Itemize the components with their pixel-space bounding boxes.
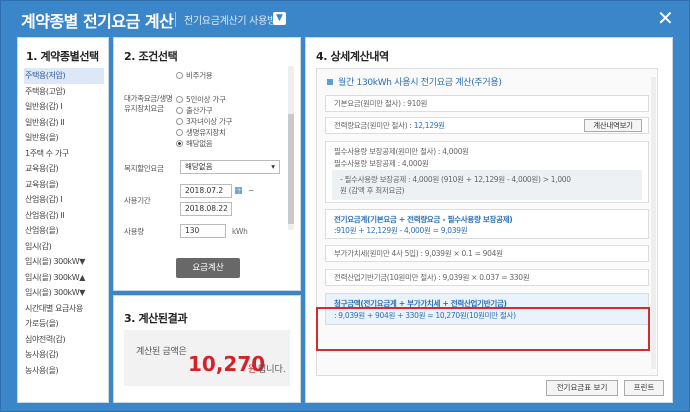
panel1-title: 1. 계약종별선택: [26, 50, 99, 63]
guarantee-note-line1: - 필수사용량 보장공제 : 4,000원 (910원 + 12,129원 - …: [340, 175, 571, 184]
list-item[interactable]: 임시(을) 300kW▲: [24, 270, 104, 286]
usage-unit: kWh: [232, 227, 248, 236]
result-label: 계산된 금액은: [136, 347, 187, 357]
condition-panel: 2. 조건선택 비주거용 대가족요금/생명유지장치요금 5인이상 가구 출산가구…: [113, 37, 301, 291]
radio-label: 3자녀이상 가구: [186, 117, 233, 126]
radio-label: 비주거용: [186, 71, 213, 80]
radio-option[interactable]: 출산가구: [176, 105, 213, 116]
scrollbar[interactable]: [651, 77, 656, 369]
contract-type-panel: 1. 계약종별선택 주택용(저압) 주택용(고압) 일반용(갑) I 일반용(갑…: [17, 37, 109, 403]
list-item[interactable]: 주택용(저압): [24, 68, 104, 84]
list-item[interactable]: 심야전력(갑): [24, 332, 104, 348]
highlight-box: [316, 307, 650, 351]
chevron-down-icon[interactable]: ▼: [273, 12, 286, 25]
calendar-icon[interactable]: ▦: [234, 185, 246, 197]
list-item[interactable]: 1주택 수 가구: [24, 146, 104, 162]
usage-label: 사용량: [124, 227, 144, 236]
energy-fee-value: 12,129원: [413, 121, 445, 130]
welfare-select-value: 해당없음: [185, 162, 213, 171]
date-separator: ~: [248, 186, 254, 195]
panel2-title: 2. 조건선택: [124, 50, 178, 63]
radio-label: 5인이상 가구: [186, 95, 226, 104]
detail-heading-text: 월간 130kWh 사용시 전기요금 계산(주거용): [338, 78, 502, 88]
list-item[interactable]: 가로등(을): [24, 316, 104, 332]
date-from-input[interactable]: 2018.07.2: [180, 184, 232, 198]
total-value: :910원 + 12,129원 - 4,000원 = 9,039원: [334, 226, 468, 235]
result-panel: 3. 계산된결과 계산된 금액은 10,270 원 입니다.: [113, 295, 301, 403]
radio-label: 생명유지장치: [186, 128, 226, 137]
list-item[interactable]: 교육용(갑): [24, 161, 104, 177]
list-item[interactable]: 주택용(고압): [24, 84, 104, 100]
radio-option[interactable]: 3자녀이상 가구: [176, 116, 232, 127]
result-won: 원: [248, 365, 257, 375]
rate-table-button[interactable]: 전기요금표 보기: [546, 380, 618, 396]
guarantee-line1: 필수사용량 보장공제(원미만 절사) : 4,000원: [334, 147, 469, 156]
list-item[interactable]: 시간대별 요금사용: [24, 301, 104, 317]
close-icon[interactable]: ✕: [657, 6, 674, 30]
radio-option-selected[interactable]: 해당없음: [176, 138, 213, 149]
guarantee-box: 필수사용량 보장공제(원미만 절사) : 4,000원 필수사용량 보장공제 :…: [325, 141, 649, 203]
radio-non-residential[interactable]: 비주거용: [176, 70, 213, 81]
list-item[interactable]: 산업용(갑) II: [24, 208, 104, 224]
print-button[interactable]: 프린트: [624, 380, 664, 396]
list-item[interactable]: 산업용(갑) I: [24, 192, 104, 208]
window-title: 계약종별 전기요금 계산: [21, 12, 174, 31]
calculate-button[interactable]: 요금계산: [176, 258, 240, 278]
list-item[interactable]: 교육용(을): [24, 177, 104, 193]
detail-view-button[interactable]: 계산내역보기: [584, 119, 642, 132]
result-unit: 입니다.: [258, 365, 286, 375]
list-item[interactable]: 농사용(갑): [24, 347, 104, 363]
list-item[interactable]: 임시(갑): [24, 239, 104, 255]
list-item[interactable]: 임시(을) 300kW▼: [24, 285, 104, 301]
list-item[interactable]: 일반용(갑) II: [24, 115, 104, 131]
radio-label: 출산가구: [186, 106, 213, 115]
scrollbar-thumb[interactable]: [288, 114, 294, 224]
panel4-title: 4. 상세계산내역: [316, 50, 389, 63]
list-item[interactable]: 임시(을) 300kW▼: [24, 254, 104, 270]
result-box: 계산된 금액은 10,270 원 입니다.: [124, 330, 290, 386]
guarantee-note: - 필수사용량 보장공제 : 4,000원 (910원 + 12,129원 - …: [332, 170, 642, 200]
list-item[interactable]: 농사용(을): [24, 363, 104, 379]
chevron-down-icon: ▾: [271, 162, 275, 171]
list-item[interactable]: 일반용(을): [24, 130, 104, 146]
welfare-label: 복지할인요금: [124, 164, 164, 173]
energy-fee-label: 전력량요금(원미만 절사) :: [334, 121, 414, 130]
radio-option[interactable]: 생명유지장치: [176, 127, 226, 138]
period-label: 사용기간: [124, 196, 151, 205]
list-item[interactable]: 일반용(갑) I: [24, 99, 104, 115]
detail-heading: 월간 130kWh 사용시 전기요금 계산(주거용): [327, 75, 502, 88]
total-heading: 전기요금계(기본요금 + 전력량요금 - 필수사용량 보장공제): [334, 215, 513, 224]
howto-link[interactable]: 전기요금계산기 사용방법: [175, 12, 285, 27]
panel3-title: 3. 계산된결과: [124, 312, 188, 325]
square-bullet-icon: [327, 79, 333, 85]
welfare-select[interactable]: 해당없음 ▾: [180, 160, 280, 174]
total-row: 전기요금계(기본요금 + 전력량요금 - 필수사용량 보장공제) :910원 +…: [325, 209, 649, 239]
vat-row: 부가가치세(원미만 4사 5입) : 9,039원 × 0.1 = 904원: [325, 245, 649, 262]
contract-type-list: 주택용(저압) 주택용(고압) 일반용(갑) I 일반용(갑) II 일반용(을…: [24, 68, 104, 378]
title-bar: 계약종별 전기요금 계산 전기요금계산기 사용방법 ▼ ✕: [1, 1, 689, 37]
fund-row: 전력산업기반기금(10원미만 절사) : 9,039원 × 0.037 = 33…: [325, 269, 649, 286]
discount-label: 대가족요금/생명유지장치요금: [124, 94, 173, 113]
list-item[interactable]: 산업용(을): [24, 223, 104, 239]
base-fee-row: 기본요금(원미만 절사) : 910원: [325, 95, 649, 112]
radio-label: 해당없음: [186, 139, 213, 148]
guarantee-line2: 필수사용량 보장공제 : 4,000원: [334, 159, 429, 168]
date-to-input[interactable]: 2018.08.22: [180, 202, 232, 216]
energy-fee-row: 전력량요금(원미만 절사) : 12,129원 계산내역보기: [325, 117, 649, 134]
usage-input[interactable]: 130: [180, 224, 226, 238]
radio-option[interactable]: 5인이상 가구: [176, 94, 226, 105]
guarantee-note-line2: 원 (감액 후 최저요금): [340, 186, 405, 195]
calculator-window: 계약종별 전기요금 계산 전기요금계산기 사용방법 ▼ ✕ 1. 계약종별선택 …: [0, 0, 690, 412]
